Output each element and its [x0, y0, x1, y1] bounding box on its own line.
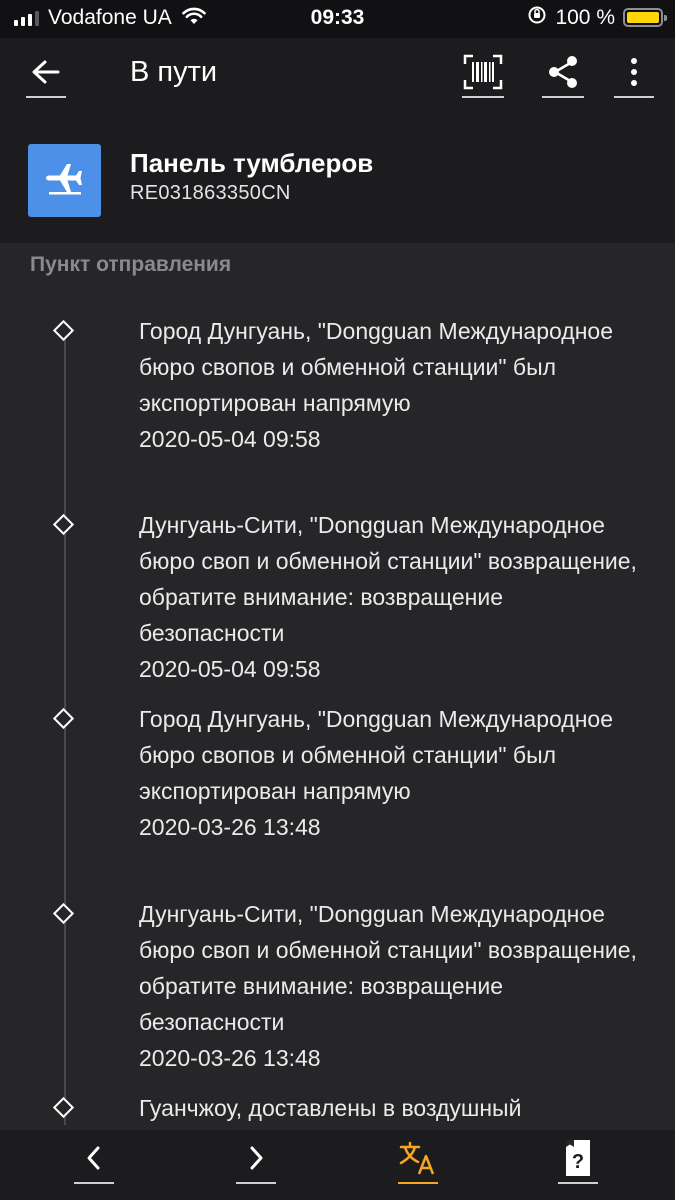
- timeline-diamond-icon: [52, 707, 75, 730]
- more-options-button[interactable]: [612, 52, 656, 98]
- timeline-line: [64, 335, 66, 1125]
- event-description: Дунгуань-Сити, "Dongguan Международное б…: [139, 901, 637, 1035]
- translate-icon: [398, 1140, 438, 1181]
- app-bar: В пути: [0, 38, 675, 112]
- airplane-icon: [45, 161, 85, 200]
- timeline-diamond-icon: [52, 1096, 75, 1119]
- back-button-underline: [26, 96, 66, 98]
- next-button-underline: [236, 1182, 276, 1184]
- timeline-diamond-icon: [52, 902, 75, 925]
- translate-button-underline: [398, 1182, 438, 1184]
- share-button[interactable]: [540, 52, 586, 98]
- share-button-underline: [542, 96, 584, 98]
- parcel-type-tile: [28, 144, 101, 217]
- barcode-button[interactable]: [460, 52, 506, 98]
- status-bar: Vodafone UA 09:33 100 %: [0, 0, 675, 38]
- event-description: Город Дунгуань, "Dongguan Международное …: [139, 318, 614, 416]
- translate-button[interactable]: [396, 1138, 440, 1184]
- help-button-underline: [558, 1182, 598, 1184]
- arrow-left-icon: [30, 58, 62, 91]
- event-date: 2020-03-26 13:48: [139, 814, 321, 840]
- help-button[interactable]: ?: [556, 1138, 600, 1184]
- event-description: Дунгуань-Сити, "Dongguan Международное б…: [139, 512, 637, 646]
- battery-icon: [623, 8, 667, 27]
- tracking-code[interactable]: RE031863350CN: [130, 182, 291, 205]
- timeline-diamond-icon: [52, 513, 75, 536]
- rotation-lock-icon: [527, 5, 547, 30]
- next-button[interactable]: [234, 1138, 278, 1184]
- help-card-icon: ?: [563, 1139, 593, 1182]
- screen: Vodafone UA 09:33 100 % В пути Панель ту…: [0, 0, 675, 1200]
- bottom-toolbar: ?: [0, 1130, 675, 1200]
- previous-button-underline: [74, 1182, 114, 1184]
- status-right: 100 %: [527, 5, 667, 30]
- previous-button[interactable]: [72, 1138, 116, 1184]
- event-description: Гуанчжоу, доставлены в воздушный: [139, 1095, 522, 1121]
- battery-percent: 100 %: [555, 5, 615, 29]
- event-date: 2020-05-04 09:58: [139, 656, 321, 682]
- event-description: Город Дунгуань, "Dongguan Международное …: [139, 706, 614, 804]
- share-icon: [545, 54, 581, 95]
- event-date: 2020-03-26 13:48: [139, 1045, 321, 1071]
- event-date: 2020-05-04 09:58: [139, 426, 321, 452]
- parcel-name: Панель тумблеров: [130, 148, 374, 178]
- barcode-scan-icon: [463, 54, 503, 95]
- tracking-event-list[interactable]: Пункт отправления Город Дунгуань, "Dongg…: [0, 243, 675, 1130]
- parcel-header: Панель тумблеров RE031863350CN: [0, 112, 675, 243]
- section-label: Пункт отправления: [30, 253, 232, 276]
- page-title: В пути: [130, 56, 218, 88]
- more-button-underline: [614, 96, 654, 98]
- chevron-left-icon: [84, 1145, 104, 1176]
- timeline-diamond-icon: [52, 319, 75, 342]
- barcode-button-underline: [462, 96, 504, 98]
- chevron-right-icon: [246, 1145, 266, 1176]
- back-button[interactable]: [24, 52, 68, 98]
- svg-text:?: ?: [572, 1151, 584, 1173]
- more-vertical-icon: [629, 56, 639, 93]
